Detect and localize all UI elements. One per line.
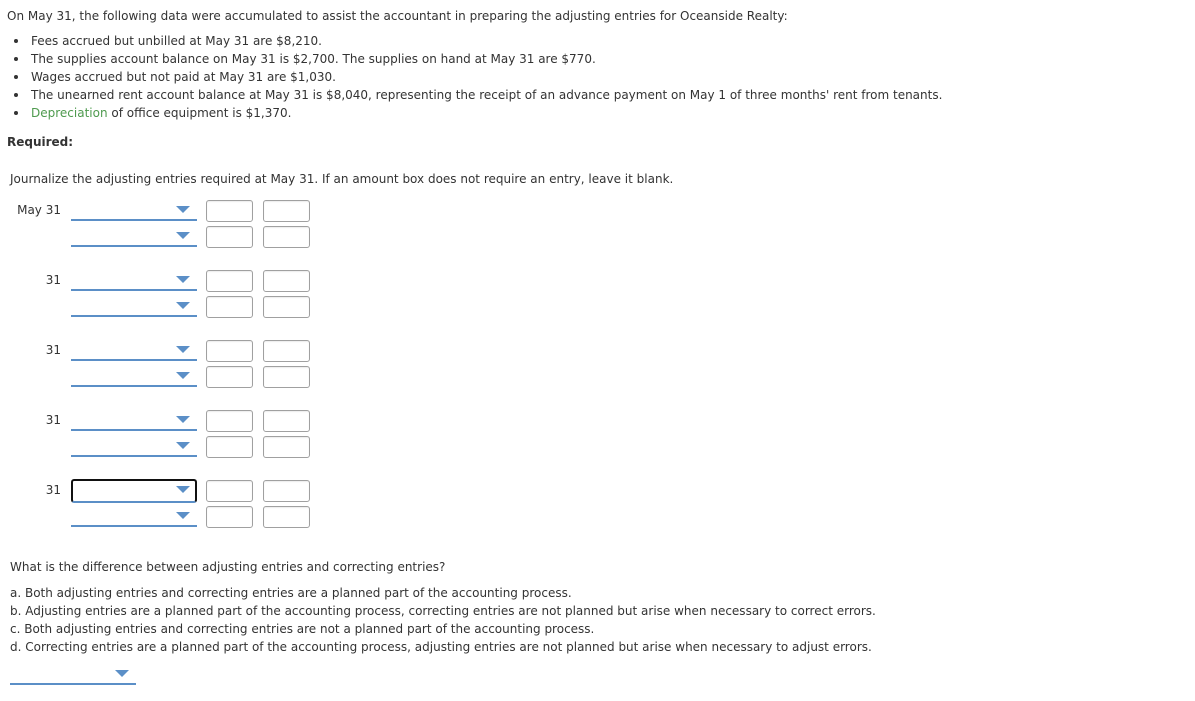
account-dropdown[interactable]	[71, 226, 197, 247]
account-dropdown[interactable]	[71, 270, 197, 291]
chevron-down-icon	[176, 276, 190, 283]
debit-amount-input[interactable]	[206, 340, 253, 362]
account-dropdown[interactable]	[71, 506, 197, 527]
credit-amount-input[interactable]	[263, 506, 310, 528]
data-item-depreciation: Depreciation of office equipment is $1,3…	[0, 104, 942, 122]
debit-amount-input[interactable]	[206, 480, 253, 502]
chevron-down-icon	[115, 670, 129, 677]
required-heading: Required:	[7, 135, 74, 149]
problem-intro: On May 31, the following data were accum…	[7, 9, 788, 23]
credit-amount-input[interactable]	[263, 270, 310, 292]
account-dropdown[interactable]	[71, 200, 197, 221]
option-b: b. Adjusting entries are a planned part …	[10, 604, 876, 618]
chevron-down-icon	[176, 302, 190, 309]
credit-amount-input[interactable]	[263, 296, 310, 318]
entry-date: 31	[45, 483, 61, 497]
entry-date: 31	[45, 413, 61, 427]
chevron-down-icon	[176, 346, 190, 353]
credit-amount-input[interactable]	[263, 436, 310, 458]
account-dropdown[interactable]	[71, 340, 197, 361]
depreciation-text: of office equipment is $1,370.	[107, 106, 292, 120]
chevron-down-icon	[176, 442, 190, 449]
chevron-down-icon	[176, 512, 190, 519]
account-dropdown[interactable]	[71, 366, 197, 387]
data-item-supplies: The supplies account balance on May 31 i…	[0, 50, 942, 68]
entry-date: 31	[45, 273, 61, 287]
account-dropdown[interactable]	[71, 436, 197, 457]
credit-amount-input[interactable]	[263, 366, 310, 388]
answer-dropdown[interactable]	[10, 664, 136, 685]
depreciation-link[interactable]: Depreciation	[31, 106, 108, 120]
question-text: What is the difference between adjusting…	[10, 560, 446, 574]
chevron-down-icon	[176, 486, 190, 493]
debit-amount-input[interactable]	[206, 410, 253, 432]
data-item-fees: Fees accrued but unbilled at May 31 are …	[0, 32, 942, 50]
account-dropdown[interactable]	[71, 479, 197, 503]
chevron-down-icon	[176, 206, 190, 213]
debit-amount-input[interactable]	[206, 506, 253, 528]
data-item-wages: Wages accrued but not paid at May 31 are…	[0, 68, 942, 86]
chevron-down-icon	[176, 372, 190, 379]
answer-options: a. Both adjusting entries and correcting…	[10, 584, 876, 656]
credit-amount-input[interactable]	[263, 226, 310, 248]
option-d: d. Correcting entries are a planned part…	[10, 640, 872, 654]
data-list: Fees accrued but unbilled at May 31 are …	[0, 32, 942, 122]
credit-amount-input[interactable]	[263, 200, 310, 222]
debit-amount-input[interactable]	[206, 226, 253, 248]
chevron-down-icon	[176, 416, 190, 423]
option-a: a. Both adjusting entries and correcting…	[10, 586, 572, 600]
chevron-down-icon	[176, 232, 190, 239]
entry-date: May 31	[17, 203, 61, 217]
credit-amount-input[interactable]	[263, 480, 310, 502]
debit-amount-input[interactable]	[206, 366, 253, 388]
debit-amount-input[interactable]	[206, 436, 253, 458]
entry-date: 31	[45, 343, 61, 357]
credit-amount-input[interactable]	[263, 410, 310, 432]
data-item-unearned-rent: The unearned rent account balance at May…	[0, 86, 942, 104]
option-c: c. Both adjusting entries and correcting…	[10, 622, 595, 636]
credit-amount-input[interactable]	[263, 340, 310, 362]
instruction-text: Journalize the adjusting entries require…	[10, 172, 674, 186]
account-dropdown[interactable]	[71, 296, 197, 317]
debit-amount-input[interactable]	[206, 200, 253, 222]
account-dropdown[interactable]	[71, 410, 197, 431]
debit-amount-input[interactable]	[206, 270, 253, 292]
debit-amount-input[interactable]	[206, 296, 253, 318]
